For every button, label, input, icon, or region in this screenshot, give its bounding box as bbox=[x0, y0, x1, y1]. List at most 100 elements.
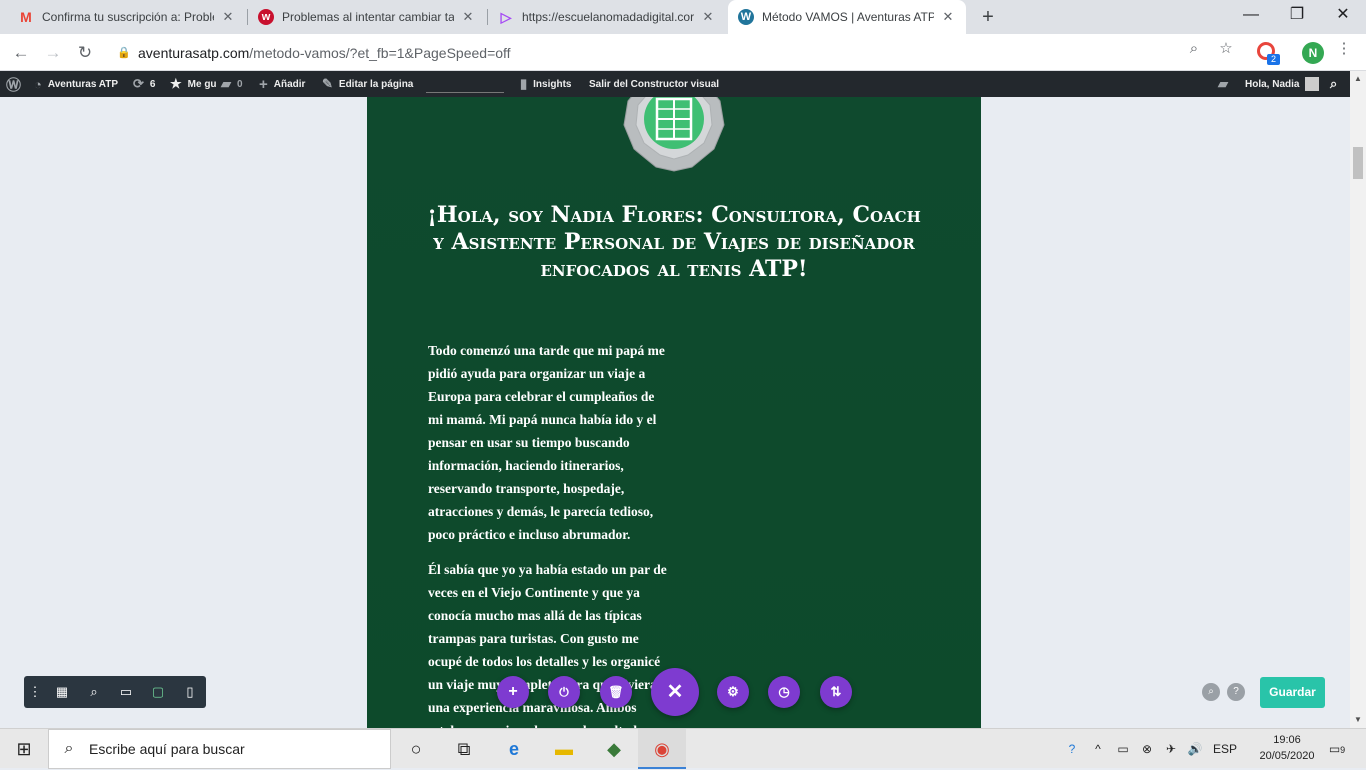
clock[interactable]: 19:06 20/05/2020 bbox=[1254, 732, 1320, 764]
vertical-scrollbar[interactable]: ▲ ▼ bbox=[1350, 71, 1366, 728]
tab-title: Confirma tu suscripción a: Proble bbox=[42, 10, 214, 24]
adminbar-insights[interactable]: ▮ Insights bbox=[520, 71, 572, 97]
address-bar[interactable]: 🔒 aventurasatp.com/metodo-vamos/?et_fb=1… bbox=[110, 38, 1246, 67]
star-icon: ★ bbox=[170, 76, 182, 91]
settings-button[interactable]: ⚙ bbox=[717, 676, 749, 708]
tab-metodo-vamos[interactable]: W Método VAMOS | Aventuras ATP ✕ bbox=[728, 0, 966, 34]
close-settings-button[interactable]: ✕ bbox=[651, 668, 699, 716]
help-tray-icon[interactable]: ? bbox=[1058, 729, 1086, 769]
hero-section: ¡Hola, soy Nadia Flores: Consultora, Coa… bbox=[367, 97, 981, 728]
cortana-icon[interactable]: ○ bbox=[392, 729, 440, 769]
forward-button[interactable]: → bbox=[40, 40, 66, 66]
refresh-icon: ⟳ bbox=[133, 76, 144, 91]
page-headline: ¡Hola, soy Nadia Flores: Consultora, Coa… bbox=[427, 202, 921, 282]
site-name: Aventuras ATP bbox=[47, 78, 119, 90]
wordpress-icon: W bbox=[738, 9, 754, 25]
wordpress-icon[interactable]: Ⓦ bbox=[6, 71, 27, 97]
adminbar-updates[interactable]: ⟳ 6 bbox=[133, 71, 155, 97]
network-icon[interactable]: ⊗ bbox=[1136, 729, 1158, 769]
restore-button[interactable]: ❐ bbox=[1274, 0, 1320, 30]
file-explorer-icon[interactable]: ▬ bbox=[540, 729, 588, 769]
search-icon: ⌕ bbox=[64, 740, 74, 757]
bookmark-star-icon[interactable]: ☆ bbox=[1216, 39, 1236, 59]
adminbar-add-new[interactable]: + Añadir bbox=[259, 71, 305, 97]
close-icon[interactable]: ✕ bbox=[700, 9, 716, 25]
airplane-icon[interactable]: ✈ bbox=[1160, 729, 1182, 769]
close-icon[interactable]: ✕ bbox=[220, 9, 236, 25]
lock-icon: 🔒 bbox=[117, 47, 131, 59]
zoom-icon[interactable]: ⌕ bbox=[1184, 39, 1204, 59]
url-domain: aventurasatp.com bbox=[138, 44, 250, 61]
close-icon[interactable]: ✕ bbox=[460, 9, 476, 25]
tab-title: https://escuelanomadadigital.cor bbox=[522, 10, 694, 24]
save-button[interactable]: Guardar bbox=[1260, 677, 1325, 708]
adminbar-exit-builder[interactable]: Salir del Constructor visual bbox=[589, 71, 719, 97]
tablet-view-icon[interactable]: ▢ bbox=[142, 676, 174, 708]
add-new-label: Añadir bbox=[273, 78, 306, 90]
insights-label: Insights bbox=[533, 78, 572, 90]
new-tab-button[interactable]: + bbox=[976, 5, 1000, 29]
portability-button[interactable]: ⏻ bbox=[548, 676, 580, 708]
search-icon[interactable]: ⌕ bbox=[1330, 71, 1343, 97]
volume-icon[interactable]: 🔊 bbox=[1184, 729, 1206, 769]
menu-dots-icon[interactable]: ⋮ bbox=[1334, 39, 1354, 59]
notification-icon[interactable]: ▰ bbox=[1218, 71, 1234, 97]
windows-start-icon[interactable]: ⊞ bbox=[0, 729, 48, 769]
close-window-button[interactable]: ✕ bbox=[1320, 0, 1366, 30]
tab-escuela[interactable]: ▷ https://escuelanomadadigital.cor ✕ bbox=[488, 0, 726, 34]
history-button[interactable]: ◷ bbox=[768, 676, 800, 708]
adminbar-comments[interactable]: ▰ 0 bbox=[221, 71, 243, 97]
play-icon: ▷ bbox=[500, 8, 512, 25]
site-icon: w bbox=[258, 9, 274, 25]
search-placeholder: Escribe aquí para buscar bbox=[89, 741, 245, 757]
scrollbar-thumb[interactable] bbox=[1353, 147, 1363, 179]
language-indicator[interactable]: ESP bbox=[1210, 729, 1240, 769]
profile-avatar[interactable]: N bbox=[1302, 42, 1324, 64]
more-options-icon[interactable]: ⋮ bbox=[24, 676, 46, 708]
minimize-button[interactable]: — bbox=[1228, 0, 1274, 30]
show-hidden-icons[interactable]: ^ bbox=[1088, 729, 1108, 769]
windows-taskbar: ⊞ ⌕ Escribe aquí para buscar ○ ⧉ e ▬ ◆ ◉… bbox=[0, 728, 1366, 769]
plus-icon: + bbox=[259, 75, 268, 93]
desktop-view-icon[interactable]: ▭ bbox=[110, 676, 142, 708]
notification-center-icon[interactable]: ▭9 bbox=[1322, 729, 1352, 769]
updates-count: 6 bbox=[149, 78, 156, 90]
close-icon[interactable]: ✕ bbox=[940, 9, 956, 25]
reload-button[interactable]: ↻ bbox=[72, 40, 98, 66]
extension-icon[interactable]: 2 bbox=[1257, 42, 1280, 65]
clock-time: 19:06 bbox=[1273, 734, 1301, 746]
edge-icon[interactable]: e bbox=[490, 729, 538, 769]
edit-page-label: Editar la página bbox=[338, 78, 414, 90]
gmail-icon: M bbox=[20, 9, 32, 25]
back-button[interactable]: ← bbox=[8, 40, 34, 66]
notification-count: 9 bbox=[1340, 745, 1346, 755]
adminbar-account[interactable]: Hola, Nadia bbox=[1245, 71, 1320, 97]
tab-title: Método VAMOS | Aventuras ATP bbox=[762, 10, 934, 24]
phone-view-icon[interactable]: ▯ bbox=[174, 676, 206, 708]
adminbar-edit-page[interactable]: ✎ Editar la página bbox=[322, 71, 413, 97]
tab-title: Problemas al intentar cambiar ta bbox=[282, 10, 454, 24]
url-text: aventurasatp.com/metodo-vamos/?et_fb=1&P… bbox=[138, 45, 511, 61]
adminbar-me-gu[interactable]: ★ Me gu bbox=[170, 71, 217, 97]
search-help-icon[interactable]: ⌕ bbox=[1202, 683, 1220, 701]
scroll-up-arrow[interactable]: ▲ bbox=[1350, 71, 1366, 87]
url-path: /metodo-vamos/?et_fb=1&PageSpeed=off bbox=[249, 44, 511, 61]
taskbar-search[interactable]: ⌕ Escribe aquí para buscar bbox=[48, 729, 391, 769]
help-icon[interactable]: ? bbox=[1227, 683, 1245, 701]
task-view-icon[interactable]: ⧉ bbox=[440, 729, 488, 769]
sort-button[interactable]: ⇅ bbox=[820, 676, 852, 708]
scroll-down-arrow[interactable]: ▼ bbox=[1350, 712, 1366, 728]
comments-count: 0 bbox=[237, 78, 243, 90]
zoom-view-icon[interactable]: ⌕ bbox=[78, 676, 110, 708]
tab-problemas[interactable]: w Problemas al intentar cambiar ta ✕ bbox=[248, 0, 486, 34]
battery-icon[interactable]: ▭ bbox=[1112, 729, 1134, 769]
tab-gmail[interactable]: M Confirma tu suscripción a: Proble ✕ bbox=[8, 0, 246, 34]
evernote-icon[interactable]: ◆ bbox=[590, 729, 638, 769]
chrome-icon[interactable]: ◉ bbox=[638, 729, 686, 769]
paragraph-1: Todo comenzó una tarde que mi papá me pi… bbox=[428, 343, 665, 542]
wireframe-view-icon[interactable]: ▦ bbox=[46, 676, 78, 708]
intro-text: Todo comenzó una tarde que mi papá me pi… bbox=[428, 339, 672, 728]
trash-button[interactable]: 🗑 bbox=[600, 676, 632, 708]
add-module-button[interactable]: + bbox=[497, 676, 529, 708]
adminbar-site[interactable]: ◔ Aventuras ATP bbox=[34, 71, 118, 97]
